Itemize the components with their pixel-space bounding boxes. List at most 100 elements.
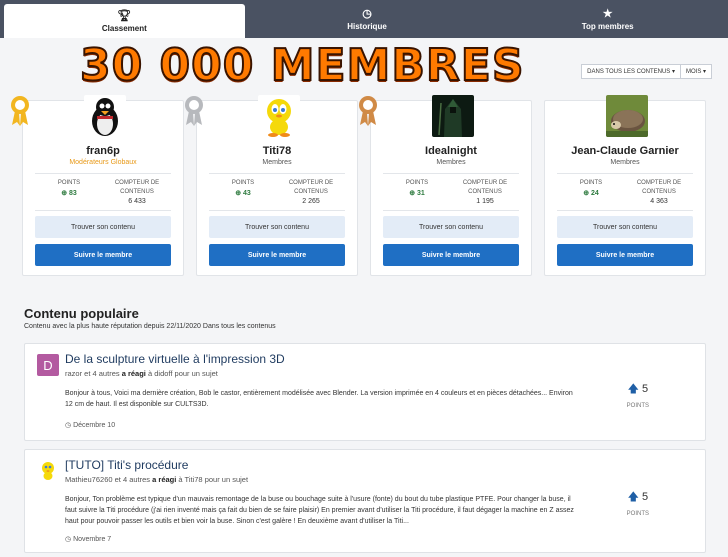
star-icon: ★	[602, 7, 613, 20]
follow-member-button[interactable]: Suivre le membre	[557, 244, 693, 266]
content-count-label: COMPTEUR DE CONTENUS	[114, 180, 160, 195]
points-label: POINTS	[231, 180, 255, 186]
member-group: Modérateurs Globaux	[69, 159, 137, 166]
points-stat: POINTS ⊕ 83	[35, 174, 103, 210]
find-content-button[interactable]: Trouver son contenu	[35, 216, 171, 238]
promo-banner: 30 000 MEMBRES	[79, 39, 525, 92]
member-stats: POINTS ⊕ 83 COMPTEUR DE CONTENUS 6 433	[35, 173, 171, 211]
item-date: ◷ Novembre 7	[65, 536, 112, 543]
points-stat: POINTS ⊕ 43	[209, 174, 277, 210]
tab-top-membres[interactable]: ★ Top membres	[487, 0, 728, 38]
arrow-up-icon: 🡅	[627, 491, 639, 503]
bronze-medal-icon	[359, 96, 377, 126]
leader-card-4: Jean-Claude Garnier Membres POINTS ⊕ 24 …	[544, 95, 706, 276]
silver-medal-icon	[185, 96, 203, 126]
find-content-button[interactable]: Trouver son contenu	[383, 216, 519, 238]
avatar[interactable]	[258, 95, 300, 137]
period-filter-button[interactable]: MOIS ▾	[680, 64, 712, 79]
member-group: Membres	[610, 159, 640, 166]
points-value: ⊕ 83	[35, 189, 103, 197]
item-date: ◷ Décembre 10	[65, 422, 116, 429]
member-name[interactable]: fran6p	[23, 145, 183, 157]
item-meta: Mathieu76260 et 4 autres a réagi à Titi7…	[65, 475, 249, 484]
points-stat: POINTS ⊕ 31	[383, 174, 451, 210]
follow-member-button[interactable]: Suivre le membre	[35, 244, 171, 266]
popular-section-subtitle: Contenu avec la plus haute réputation de…	[24, 323, 276, 330]
content-count-label: COMPTEUR DE CONTENUS	[636, 180, 682, 195]
find-content-button[interactable]: Trouver son contenu	[209, 216, 345, 238]
reputation-count: 5	[641, 383, 649, 395]
plus-circle-icon: ⊕	[235, 190, 242, 197]
clock-icon: ◷	[65, 536, 72, 543]
item-excerpt: Bonjour, Ton problème est typique d'un m…	[65, 496, 574, 525]
avatar[interactable]	[606, 95, 648, 137]
follow-member-button[interactable]: Suivre le membre	[383, 244, 519, 266]
points-number: 31	[417, 190, 425, 197]
clock-icon: ◷	[362, 7, 372, 20]
leader-card-2: Titi78 Membres POINTS ⊕ 43 COMPTEUR DE CO…	[185, 95, 358, 276]
avatar[interactable]	[84, 95, 126, 137]
member-name[interactable]: Jean-Claude Garnier	[545, 145, 705, 157]
points-value: ⊕ 24	[557, 189, 625, 197]
member-stats: POINTS ⊕ 43 COMPTEUR DE CONTENUS 2 265	[209, 173, 345, 211]
points-number: 43	[243, 190, 251, 197]
leader-card-3: Idealnight Membres POINTS ⊕ 31 COMPTEUR …	[359, 95, 532, 276]
tab-historique[interactable]: ◷ Historique	[247, 0, 488, 38]
reputation-label: POINTS	[626, 511, 649, 517]
content-count-stat: COMPTEUR DE CONTENUS 6 433	[103, 174, 171, 210]
content-count-label: COMPTEUR DE CONTENUS	[462, 180, 508, 195]
points-number: 83	[69, 190, 77, 197]
find-content-button[interactable]: Trouver son contenu	[557, 216, 693, 238]
content-count-label: COMPTEUR DE CONTENUS	[288, 180, 334, 195]
member-group: Membres	[436, 159, 466, 166]
tab-label: Historique	[347, 21, 387, 31]
tab-label: Top membres	[581, 21, 634, 31]
popular-section-title: Contenu populaire	[24, 306, 139, 321]
gold-medal-icon	[11, 96, 29, 126]
content-count-stat: COMPTEUR DE CONTENUS 4 363	[625, 174, 693, 210]
points-label: POINTS	[57, 180, 81, 186]
follow-member-button[interactable]: Suivre le membre	[209, 244, 345, 266]
item-reputation: 🡅 5 POINTS	[627, 488, 649, 517]
popular-item-1: D De la sculpture virtuelle à l'impressi…	[24, 343, 706, 441]
content-count-value: 2 265	[302, 198, 320, 205]
member-name[interactable]: Idealnight	[371, 145, 531, 157]
points-label: POINTS	[579, 180, 603, 186]
plus-circle-icon: ⊕	[409, 190, 416, 197]
points-label: POINTS	[405, 180, 429, 186]
plus-circle-icon: ⊕	[583, 190, 590, 197]
content-count-value: 4 363	[650, 198, 668, 205]
member-stats: POINTS ⊕ 31 COMPTEUR DE CONTENUS 1 195	[383, 173, 519, 211]
leader-card-1: fran6p Modérateurs Globaux POINTS ⊕ 83 C…	[11, 95, 184, 276]
member-stats: POINTS ⊕ 24 COMPTEUR DE CONTENUS 4 363	[557, 173, 693, 211]
avatar[interactable]	[432, 95, 474, 137]
avatar[interactable]: D	[37, 354, 59, 376]
item-excerpt: Bonjour à tous, Voici ma dernière créati…	[65, 390, 573, 408]
content-count-value: 1 195	[476, 198, 494, 205]
filter-bar: DANS TOUS LES CONTENUS ▾ MOIS ▾	[581, 64, 712, 79]
points-value: ⊕ 43	[209, 189, 277, 197]
arrow-up-icon: 🡅	[627, 383, 639, 395]
content-count-stat: COMPTEUR DE CONTENUS 2 265	[277, 174, 345, 210]
item-meta: razor et 4 autres a réagi à didoff pour …	[65, 369, 218, 378]
points-value: ⊕ 31	[383, 189, 451, 197]
reputation-count: 5	[641, 491, 649, 503]
avatar[interactable]	[37, 460, 59, 482]
item-title-link[interactable]: [TUTO] Titi's procédure	[65, 458, 188, 472]
clock-icon: ◷	[65, 422, 72, 429]
points-stat: POINTS ⊕ 24	[557, 174, 625, 210]
tab-classement[interactable]: 🏆︎ Classement	[4, 4, 245, 38]
popular-item-2: [TUTO] Titi's procédure Mathieu76260 et …	[24, 449, 706, 553]
trophy-icon: 🏆︎	[117, 9, 132, 22]
item-title-link[interactable]: De la sculpture virtuelle à l'impression…	[65, 352, 285, 366]
plus-circle-icon: ⊕	[61, 190, 68, 197]
member-name[interactable]: Titi78	[197, 145, 357, 157]
scope-filter-button[interactable]: DANS TOUS LES CONTENUS ▾	[581, 64, 681, 79]
content-count-value: 6 433	[128, 198, 146, 205]
reputation-label: POINTS	[626, 403, 649, 409]
points-number: 24	[591, 190, 599, 197]
leaderboard-tabs: 🏆︎ Classement ◷ Historique ★ Top membres	[0, 0, 728, 38]
item-reputation: 🡅 5 POINTS	[627, 380, 649, 409]
content-count-stat: COMPTEUR DE CONTENUS 1 195	[451, 174, 519, 210]
member-group: Membres	[262, 159, 292, 166]
